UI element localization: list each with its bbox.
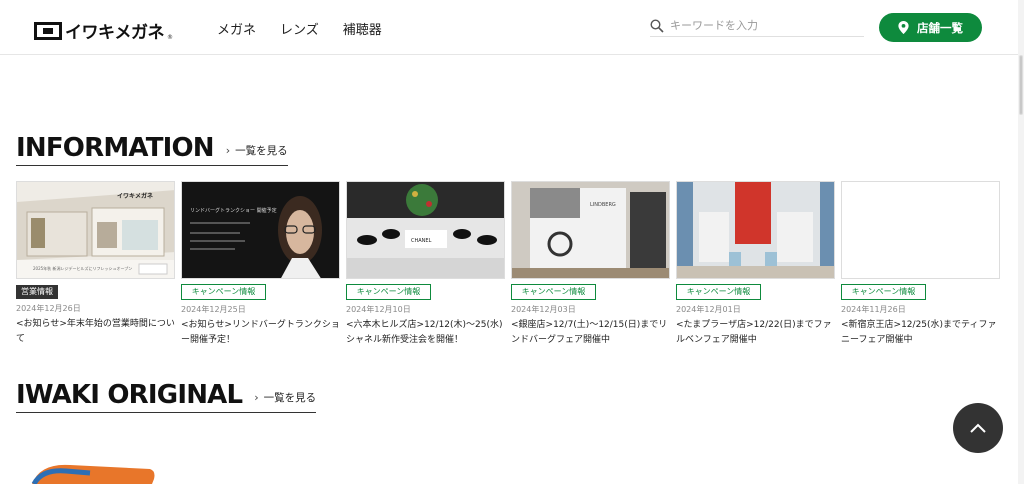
news-card-tag: キャンペーン情報: [346, 284, 431, 300]
news-card[interactable]: リンドバーグトランクショー 開催予定 キャンペーン情報 2024年12月25日 …: [181, 181, 340, 348]
chevron-right-icon: ›: [254, 391, 259, 404]
svg-text:CHANEL: CHANEL: [411, 238, 432, 244]
news-card-tag: 営業情報: [16, 285, 58, 299]
news-card-title[interactable]: <お知らせ>年末年始の営業時間について: [16, 317, 175, 347]
scrollbar-thumb[interactable]: [1019, 55, 1023, 115]
logo-text: イワキメガネ: [65, 23, 165, 43]
main-nav: メガネ レンズ 補聴器: [217, 19, 382, 38]
search-icon: [650, 18, 664, 33]
original-product-image: [30, 455, 160, 484]
news-card-title[interactable]: <お知らせ>リンドバーグトランクショー開催予定！: [181, 318, 340, 348]
original-see-all-link[interactable]: › 一覧を見る: [254, 390, 316, 405]
back-to-top-button[interactable]: [953, 403, 1003, 453]
search-box: [650, 15, 864, 37]
svg-text:2025年秋 新潟レジデーヒルズにリフレッシュオープン: 2025年秋 新潟レジデーヒルズにリフレッシュオープン: [33, 265, 132, 271]
news-card-date: 2024年12月26日: [16, 304, 81, 313]
information-heading: INFORMATION › 一覧を見る: [16, 134, 288, 166]
news-card-title[interactable]: <六本木ヒルズ店>12/12(木)〜25(水)シャネル新作受注会を開催！: [346, 318, 505, 348]
original-heading: IWAKI ORIGINAL › 一覧を見る: [16, 380, 317, 413]
information-card-list: イワキメガネ 2025年秋 新潟レジデーヒルズにリフレッシュオープン 営業情報 …: [16, 181, 1000, 348]
nav-item-lens[interactable]: レンズ: [280, 19, 319, 38]
store-list-button[interactable]: 店舗一覧: [879, 13, 982, 42]
information-see-all-link[interactable]: › 一覧を見る: [226, 143, 288, 158]
news-card[interactable]: キャンペーン情報 2024年11月26日 <新宿京王店>12/25(水)までティ…: [841, 181, 1000, 348]
chevron-right-icon: ›: [225, 144, 231, 157]
store-list-label: 店舗一覧: [917, 22, 963, 35]
news-card-image: [841, 181, 1000, 279]
news-card[interactable]: CHANEL キャンペーン情報 2024年12月10日 <六本木ヒルズ店>12/…: [346, 181, 505, 348]
map-pin-icon: [898, 21, 909, 34]
news-card-date: 2024年12月03日: [511, 305, 576, 314]
news-card-title[interactable]: <銀座店>12/7(土)〜12/15(日)までリンドバーグフェア開催中: [511, 318, 670, 348]
news-card-tag: キャンペーン情報: [511, 284, 596, 300]
search-input[interactable]: [670, 19, 850, 32]
information-title: INFORMATION: [16, 133, 215, 163]
site-logo[interactable]: イワキメガネ ®: [34, 18, 173, 43]
nav-item-hearing-aid[interactable]: 補聴器: [343, 19, 382, 38]
news-card-date: 2024年12月25日: [181, 305, 246, 314]
news-card-tag: キャンペーン情報: [181, 284, 266, 300]
page-scrollbar[interactable]: [1018, 0, 1024, 484]
chevron-up-icon: [970, 423, 986, 433]
news-card[interactable]: LINDBERG キャンペーン情報 2024年12月03日 <銀座店>12/7(…: [511, 181, 670, 348]
news-card-title[interactable]: <たまプラーザ店>12/22(日)までファルベンフェア開催中: [676, 318, 835, 348]
original-title: IWAKI ORIGINAL: [16, 380, 243, 410]
site-header: イワキメガネ ® メガネ レンズ 補聴器 店舗一覧: [0, 0, 1018, 55]
svg-text:リンドバーグトランクショー 開催予定: リンドバーグトランクショー 開催予定: [190, 207, 277, 214]
news-card-image: イワキメガネ 2025年秋 新潟レジデーヒルズにリフレッシュオープン: [16, 181, 175, 279]
news-card-date: 2024年11月26日: [841, 305, 906, 314]
news-card-image: [676, 181, 835, 279]
nav-item-glasses[interactable]: メガネ: [217, 19, 256, 38]
svg-text:イワキメガネ: イワキメガネ: [117, 192, 153, 200]
logo-registered: ®: [167, 34, 173, 41]
news-card-date: 2024年12月10日: [346, 305, 411, 314]
news-card-tag: キャンペーン情報: [841, 284, 926, 300]
logo-mark-icon: [34, 21, 62, 40]
news-card[interactable]: キャンペーン情報 2024年12月01日 <たまプラーザ店>12/22(日)まで…: [676, 181, 835, 348]
news-card-image: LINDBERG: [511, 181, 670, 279]
see-all-label: 一覧を見る: [235, 145, 288, 157]
news-card-tag: キャンペーン情報: [676, 284, 761, 300]
news-card-date: 2024年12月01日: [676, 305, 741, 314]
news-card-image: リンドバーグトランクショー 開催予定: [181, 181, 340, 279]
svg-text:LINDBERG: LINDBERG: [590, 202, 616, 208]
see-all-label: 一覧を見る: [263, 392, 317, 404]
news-card[interactable]: イワキメガネ 2025年秋 新潟レジデーヒルズにリフレッシュオープン 営業情報 …: [16, 181, 175, 348]
news-card-title[interactable]: <新宿京王店>12/25(水)までティファニーフェア開催中: [841, 318, 1000, 348]
news-card-image: CHANEL: [346, 181, 505, 279]
